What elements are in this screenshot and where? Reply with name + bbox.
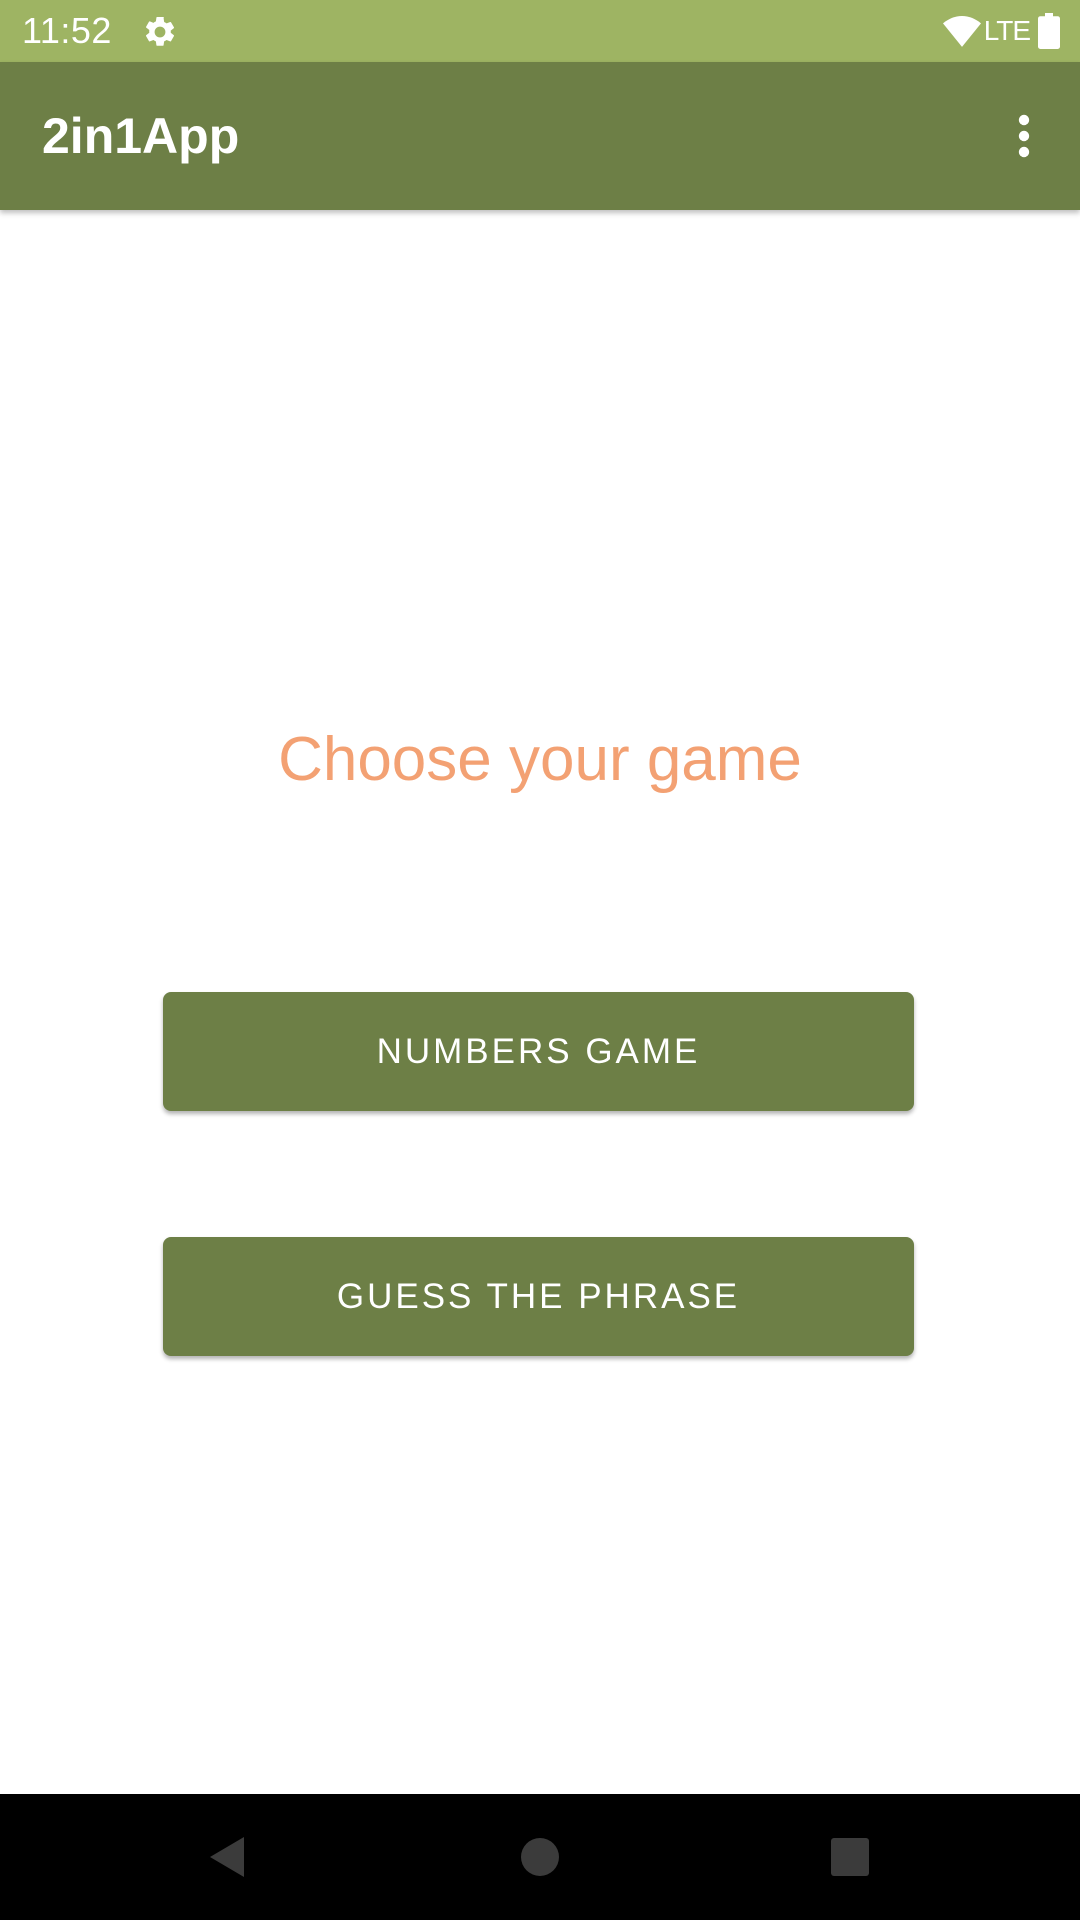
app-bar: 2in1App bbox=[0, 62, 1080, 210]
page-title: Choose your game bbox=[278, 725, 802, 794]
screen: 11:52 LTE 2in1App Choose your game NUMBE… bbox=[0, 0, 1080, 1920]
battery-icon bbox=[1038, 13, 1060, 49]
gear-icon bbox=[145, 16, 175, 46]
recents-icon bbox=[831, 1838, 869, 1876]
status-bar: 11:52 LTE bbox=[0, 0, 1080, 62]
navigation-bar bbox=[0, 1794, 1080, 1920]
overflow-menu-button[interactable] bbox=[994, 106, 1054, 166]
nav-back-button[interactable] bbox=[191, 1822, 261, 1892]
guess-the-phrase-button[interactable]: GUESS THE PHRASE bbox=[163, 1237, 914, 1356]
status-right: LTE bbox=[942, 10, 1060, 52]
more-vert-icon bbox=[1018, 114, 1030, 158]
wifi-icon bbox=[942, 16, 981, 47]
nav-home-button[interactable] bbox=[505, 1822, 575, 1892]
nav-recents-button[interactable] bbox=[815, 1822, 885, 1892]
home-icon bbox=[521, 1838, 559, 1876]
status-time: 11:52 bbox=[22, 10, 112, 51]
app-title: 2in1App bbox=[42, 108, 240, 164]
numbers-game-button[interactable]: NUMBERS GAME bbox=[163, 992, 914, 1111]
network-type: LTE bbox=[983, 15, 1031, 46]
back-icon bbox=[210, 1837, 244, 1877]
